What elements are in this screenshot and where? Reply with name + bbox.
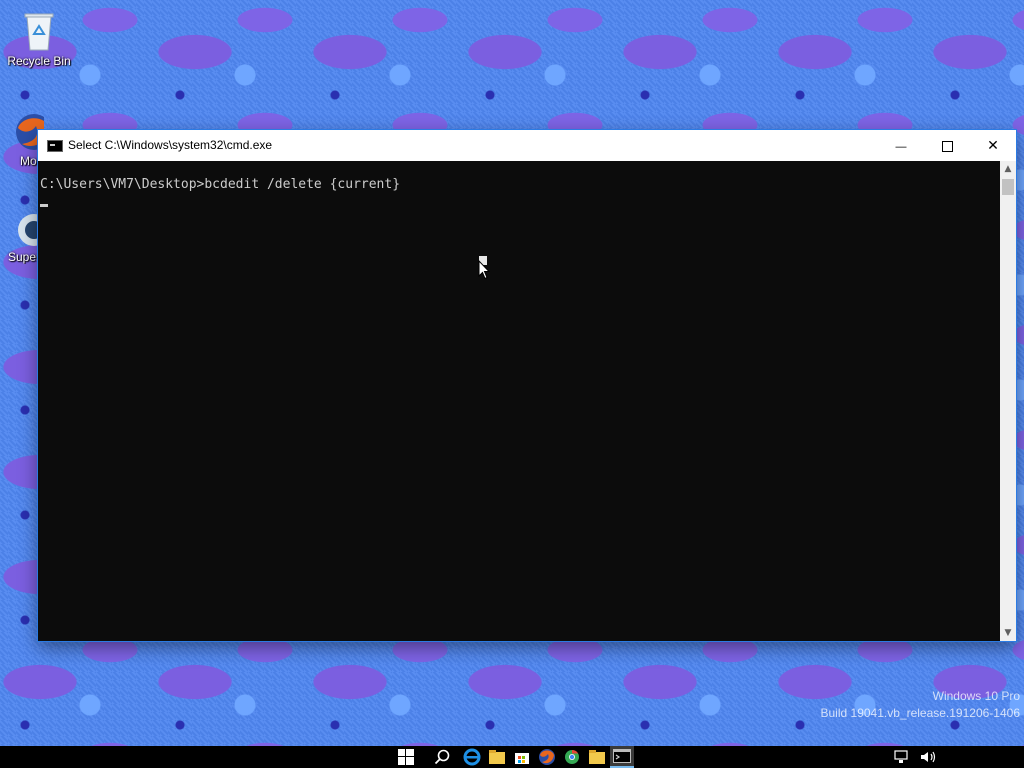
taskbar-internet-explorer[interactable] — [460, 746, 484, 768]
cmd-icon[interactable] — [47, 140, 63, 152]
title-bar[interactable]: Select C:\Windows\system32\cmd.exe — ✕ — [38, 130, 1016, 161]
firefox-icon — [539, 749, 555, 765]
scroll-up-arrow-icon[interactable]: ▲ — [1000, 161, 1016, 177]
taskbar-command-prompt[interactable] — [610, 746, 634, 768]
search-icon — [434, 749, 450, 765]
desktop-icon-recycle-bin[interactable]: Recycle Bin — [3, 8, 75, 68]
taskbar — [0, 746, 1024, 768]
scroll-thumb[interactable] — [1002, 179, 1014, 195]
taskbar-file-explorer[interactable] — [485, 746, 509, 768]
close-button[interactable]: ✕ — [970, 130, 1016, 161]
taskbar-store[interactable] — [510, 746, 534, 768]
watermark-build: Build 19041.vb_release.191206-1406 — [820, 706, 1021, 720]
close-icon: ✕ — [987, 137, 999, 153]
vertical-scrollbar[interactable]: ▲ ▼ — [1000, 161, 1016, 641]
volume-icon[interactable] — [920, 750, 938, 764]
recycle-bin-label: Recycle Bin — [7, 54, 71, 68]
maximize-button[interactable] — [924, 130, 970, 161]
cmd-window[interactable]: Select C:\Windows\system32\cmd.exe — ✕ C… — [38, 130, 1016, 641]
window-title: Select C:\Windows\system32\cmd.exe — [68, 138, 273, 152]
start-button[interactable] — [394, 746, 418, 768]
text-cursor — [40, 204, 48, 207]
windows-logo-icon — [398, 749, 414, 765]
taskbar-folder[interactable] — [585, 746, 609, 768]
maximize-icon — [941, 140, 953, 152]
minimize-icon: — — [895, 141, 907, 153]
taskbar-chrome[interactable] — [560, 746, 584, 768]
mouse-pointer-icon — [478, 260, 490, 280]
scroll-down-arrow-icon[interactable]: ▼ — [1000, 625, 1016, 641]
folder-icon — [589, 750, 605, 764]
chrome-icon — [565, 749, 579, 764]
minimize-button[interactable]: — — [878, 130, 924, 161]
watermark-edition: Windows 10 Pro — [932, 689, 1020, 703]
console-output[interactable]: C:\Users\VM7\Desktop>bcdedit /delete {cu… — [38, 161, 1000, 641]
network-icon[interactable] — [894, 750, 910, 764]
recycle-bin-icon — [24, 13, 54, 51]
internet-explorer-icon — [463, 748, 481, 766]
console-command-line: C:\Users\VM7\Desktop>bcdedit /delete {cu… — [40, 177, 401, 192]
command-prompt-icon — [613, 749, 631, 763]
folder-icon — [489, 750, 505, 764]
system-tray — [894, 746, 938, 768]
windows-watermark: Windows 10 Pro Build 19041.vb_release.19… — [821, 688, 1021, 722]
store-icon — [515, 753, 529, 764]
taskbar-firefox[interactable] — [535, 746, 559, 768]
search-button[interactable] — [430, 746, 454, 768]
